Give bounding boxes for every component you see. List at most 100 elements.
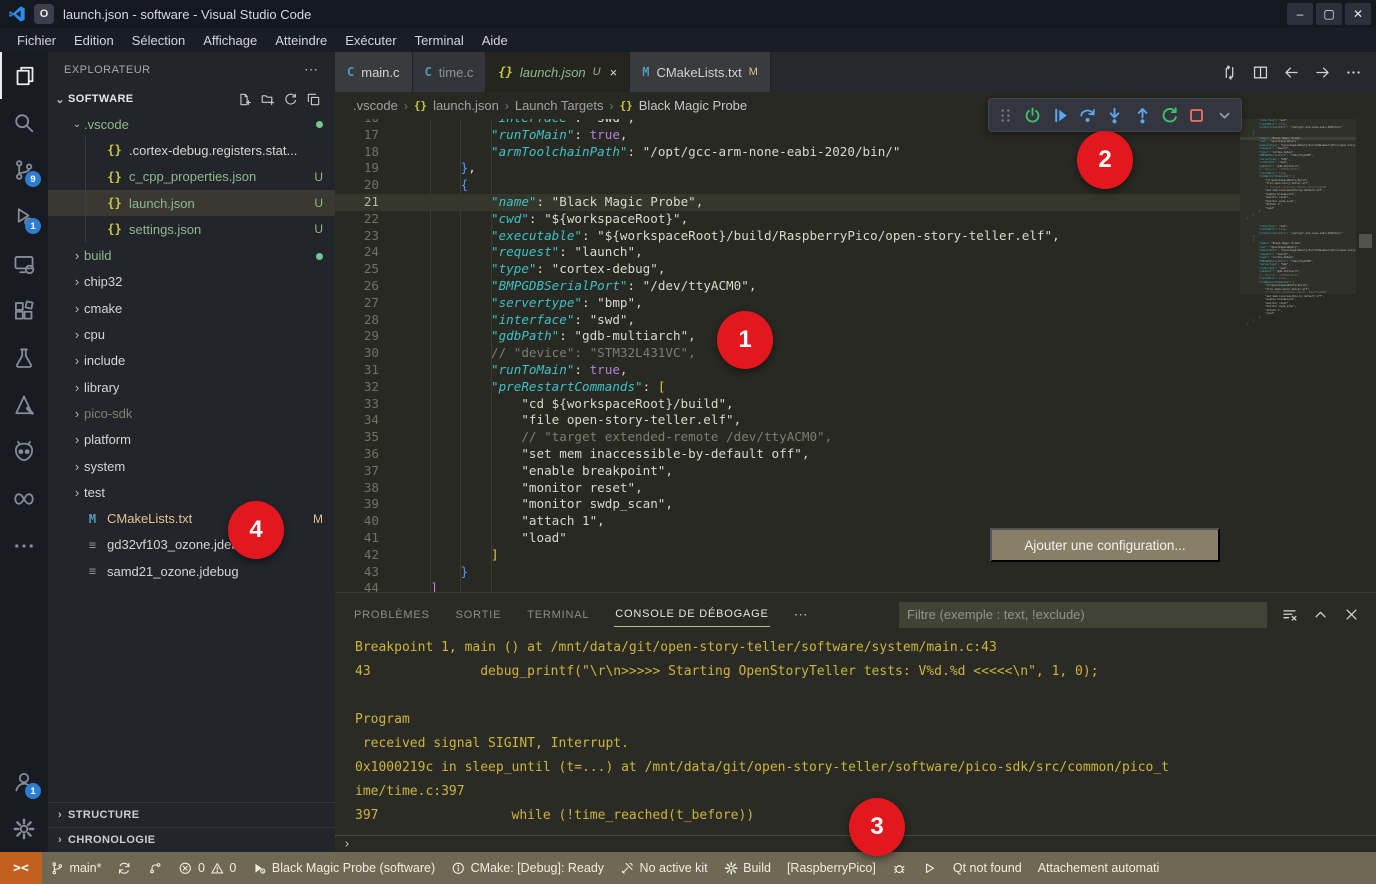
menu-terminal[interactable]: Terminal — [406, 33, 473, 48]
activity-source-control[interactable]: 9 — [0, 146, 48, 193]
tree-item-cmakelists-txt[interactable]: MCMakeLists.txtM — [48, 505, 335, 531]
code-line-32[interactable]: 32 "preRestartCommands": [ — [335, 379, 1240, 396]
arrow-left-icon[interactable] — [1283, 64, 1300, 81]
activity-remote-explorer[interactable] — [0, 240, 48, 287]
status-cmake-status[interactable]: CMake: [Debug]: Ready — [443, 861, 612, 876]
activity-infinity-ext[interactable] — [0, 475, 48, 522]
breadcrumb-item[interactable]: launch.json — [433, 98, 499, 113]
arrow-right-icon[interactable] — [1314, 64, 1331, 81]
tab-cmakelists.txt[interactable]: MCMakeLists.txtM — [630, 52, 771, 92]
status-debug-session[interactable]: Black Magic Probe (software) — [244, 861, 443, 876]
status-build-button[interactable]: Build — [716, 861, 779, 876]
code-line-39[interactable]: 39 "monitor swdp_scan", — [335, 496, 1240, 513]
section-header-chronologie[interactable]: ›CHRONOLOGIE — [48, 827, 335, 852]
menu-aide[interactable]: Aide — [473, 33, 517, 48]
activity-accounts[interactable]: 1 — [0, 758, 48, 805]
console-filter-input[interactable] — [899, 602, 1267, 628]
status-problems[interactable]: 00 — [170, 861, 244, 876]
more-dots-icon[interactable] — [1345, 64, 1362, 81]
code-line-44[interactable]: 44 ] — [335, 580, 1240, 592]
minimap[interactable]: "interface": "swd", "runToMain": true, "… — [1240, 119, 1356, 592]
chevron-up-icon[interactable] — [1312, 606, 1329, 623]
collapse-all-icon[interactable] — [306, 92, 321, 107]
code-editor[interactable]: 16 "interface": "swd",17 "runToMain": tr… — [335, 119, 1376, 592]
debug-restart-button[interactable] — [1157, 102, 1182, 128]
tree-item-system[interactable]: ›system — [48, 453, 335, 479]
code-line-36[interactable]: 36 "set mem inaccessible-by-default off"… — [335, 446, 1240, 463]
tab-launch.json[interactable]: {}launch.jsonU× — [486, 52, 630, 92]
open-changes-icon[interactable] — [1221, 64, 1238, 81]
code-line-37[interactable]: 37 "enable breakpoint", — [335, 463, 1240, 480]
tree-item-include[interactable]: ›include — [48, 348, 335, 374]
add-configuration-button[interactable]: Ajouter une configuration... — [990, 528, 1220, 562]
panel-tab-terminal[interactable]: TERMINAL — [526, 603, 590, 627]
code-line-27[interactable]: 27 "servertype": "bmp", — [335, 295, 1240, 312]
debug-more-debug-button[interactable] — [1212, 102, 1237, 128]
tree-item-pico-sdk[interactable]: ›pico-sdk — [48, 400, 335, 426]
panel-tab-console-de-d-bogage[interactable]: CONSOLE DE DÉBOGAGE — [614, 602, 769, 627]
debug-step-out-button[interactable] — [1130, 102, 1155, 128]
refresh-icon[interactable] — [283, 92, 298, 107]
tree-item-test[interactable]: ›test — [48, 479, 335, 505]
new-folder-icon[interactable] — [260, 92, 275, 107]
tree-item-chip32[interactable]: ›chip32 — [48, 269, 335, 295]
section-header-software[interactable]: ⌄ SOFTWARE — [48, 87, 335, 111]
code-line-29[interactable]: 29 "gdbPath": "gdb-multiarch", — [335, 328, 1240, 345]
close-icon[interactable] — [1343, 606, 1360, 623]
close-tab-icon[interactable]: × — [610, 65, 618, 80]
code-line-38[interactable]: 38 "monitor reset", — [335, 480, 1240, 497]
editor-scrollbar[interactable] — [1356, 119, 1376, 592]
code-line-22[interactable]: 22 "cwd": "${workspaceRoot}", — [335, 211, 1240, 228]
code-line-28[interactable]: 28 "interface": "swd", — [335, 312, 1240, 329]
status-debug-target[interactable] — [884, 861, 915, 876]
status-git-branch[interactable]: main* — [42, 861, 109, 876]
section-header-structure[interactable]: ›STRUCTURE — [48, 802, 335, 827]
tree-item--vscode[interactable]: ⌄.vscode — [48, 111, 335, 137]
debug-console-output[interactable]: Breakpoint 1, main () at /mnt/data/git/o… — [335, 636, 1376, 835]
tree-item-launch-json[interactable]: {}launch.jsonU — [48, 190, 335, 216]
code-line-25[interactable]: 25 "type": "cortex-debug", — [335, 261, 1240, 278]
debug-step-into-button[interactable] — [1102, 102, 1127, 128]
status-sync[interactable] — [109, 861, 140, 876]
status-git-graph[interactable] — [140, 861, 171, 876]
tree-item-samd21-ozone-jdebug[interactable]: ≡samd21_ozone.jdebug — [48, 558, 335, 584]
remote-indicator[interactable]: >< — [0, 852, 42, 884]
code-line-33[interactable]: 33 "cd ${workspaceRoot}/build", — [335, 396, 1240, 413]
menu-sélection[interactable]: Sélection — [123, 33, 194, 48]
activity-explorer[interactable] — [0, 52, 48, 99]
menu-fichier[interactable]: Fichier — [8, 33, 65, 48]
activity-run-and-debug[interactable]: 1 — [0, 193, 48, 240]
breadcrumb-item[interactable]: Launch Targets — [515, 98, 604, 113]
code-line-35[interactable]: 35 // "target extended-remote /dev/ttyAC… — [335, 429, 1240, 446]
panel-more-icon[interactable]: ⋯ — [794, 606, 809, 623]
code-line-24[interactable]: 24 "request": "launch", — [335, 244, 1240, 261]
debug-continue-button[interactable] — [1048, 102, 1073, 128]
debug-stop-button[interactable] — [1184, 102, 1209, 128]
split-editor-icon[interactable] — [1252, 64, 1269, 81]
code-line-43[interactable]: 43 } — [335, 564, 1240, 581]
debug-reset-power-button[interactable] — [1020, 102, 1045, 128]
activity-search[interactable] — [0, 99, 48, 146]
tree-item-gd32vf103-ozone-jdebug[interactable]: ≡gd32vf103_ozone.jdebug — [48, 532, 335, 558]
breadcrumb-item[interactable]: Black Magic Probe — [639, 98, 747, 113]
code-line-31[interactable]: 31 "runToMain": true, — [335, 362, 1240, 379]
activity-settings[interactable] — [0, 805, 48, 852]
status-auto-attach[interactable]: Attachement automati — [1030, 861, 1168, 875]
activity-cmake[interactable] — [0, 381, 48, 428]
tab-main.c[interactable]: Cmain.c — [335, 52, 413, 92]
debug-step-over-button[interactable] — [1075, 102, 1100, 128]
menu-exécuter[interactable]: Exécuter — [336, 33, 405, 48]
new-file-icon[interactable] — [237, 92, 252, 107]
status-build-target[interactable]: [RaspberryPico] — [779, 861, 884, 875]
activity-platformio[interactable] — [0, 428, 48, 475]
status-launch-target[interactable] — [914, 861, 945, 876]
code-line-34[interactable]: 34 "file open-story-teller.elf", — [335, 412, 1240, 429]
filter-list-icon[interactable] — [1281, 606, 1298, 623]
code-line-21[interactable]: 21 "name": "Black Magic Probe", — [335, 194, 1240, 211]
panel-tab-probl-mes[interactable]: PROBLÈMES — [353, 603, 431, 627]
close-button[interactable]: ✕ — [1345, 3, 1371, 25]
tree-item-build[interactable]: ›build — [48, 242, 335, 268]
activity-more-views[interactable] — [0, 522, 48, 569]
tree-item-settings-json[interactable]: {}settings.jsonU — [48, 216, 335, 242]
tree-item-cmake[interactable]: ›cmake — [48, 295, 335, 321]
